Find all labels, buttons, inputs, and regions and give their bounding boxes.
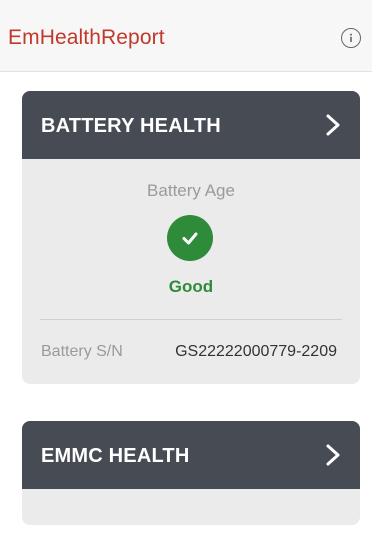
check-circle-icon [167, 215, 213, 261]
emmc-health-title: EMMC HEALTH [41, 445, 190, 467]
info-glyph [350, 33, 352, 42]
info-icon[interactable] [341, 28, 361, 48]
battery-sn-value: GS22222000779-2209 [175, 343, 337, 360]
battery-health-card: BATTERY HEALTH Battery Age Good Battery … [22, 91, 360, 384]
battery-health-body: Battery Age Good Battery S/N GS222220007… [22, 159, 360, 384]
battery-age-label: Battery Age [147, 181, 235, 200]
emmc-health-body [22, 489, 360, 525]
battery-status-text: Good [168, 277, 214, 296]
emmc-health-header[interactable]: EMMC HEALTH [22, 421, 360, 489]
battery-sn-label: Battery S/N [41, 343, 123, 360]
chevron-right-icon [326, 444, 340, 466]
chevron-right-icon [326, 114, 340, 136]
battery-health-title: BATTERY HEALTH [41, 115, 221, 137]
battery-health-header[interactable]: BATTERY HEALTH [22, 91, 360, 159]
app-title: EmHealthReport [8, 26, 165, 49]
app-bar: EmHealthReport [0, 0, 372, 72]
emmc-health-card: EMMC HEALTH [22, 421, 360, 525]
divider [40, 319, 342, 320]
check-icon [182, 232, 198, 245]
